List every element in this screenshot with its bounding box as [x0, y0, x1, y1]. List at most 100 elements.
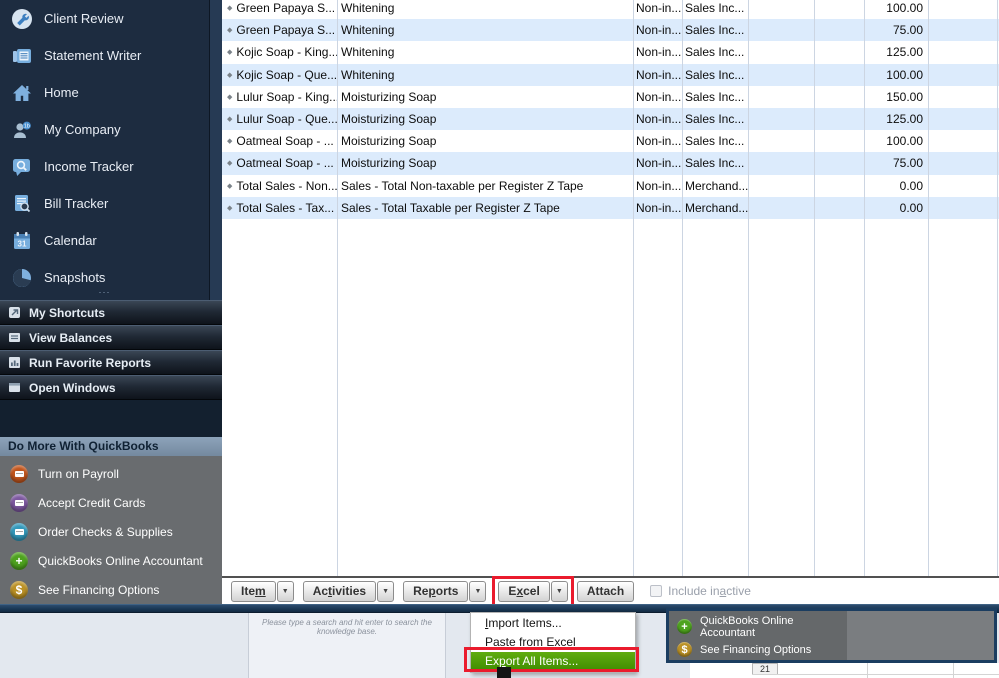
sidebar-bar-my-shortcuts[interactable]: My Shortcuts: [0, 300, 222, 325]
excel-annotation-box: Excel ▼: [492, 575, 574, 604]
diamond-icon: ◆: [227, 204, 233, 212]
promo-item-see-financing[interactable]: $ See Financing Options: [669, 638, 847, 661]
cell-name: ◆ Lulur Soap - Que...: [227, 112, 337, 127]
promo-item-qb-online-accountant[interactable]: + QuickBooks Online Accountant: [669, 615, 847, 639]
payroll-icon: [10, 464, 28, 483]
excel-dropdown-arrow[interactable]: ▼: [550, 580, 568, 602]
knowledge-base-search[interactable]: Please type a search and hit enter to se…: [248, 613, 446, 678]
cell-type: Non-in...: [636, 134, 682, 149]
menu-item-paste-from-excel[interactable]: Paste from Excel: [471, 633, 635, 652]
table-row[interactable]: ◆ Green Papaya S... Whitening Non-in... S…: [222, 0, 999, 19]
excel-dropdown-menu: Import Items... Paste from Excel Export …: [470, 612, 636, 673]
menu-item-import-items[interactable]: Import Items...: [471, 614, 635, 633]
sidebar-item-bill-tracker[interactable]: Bill Tracker: [0, 185, 222, 222]
cell-price: 100.00: [886, 1, 923, 16]
sidebar-item-client-review[interactable]: Client Review: [0, 0, 222, 37]
sidebar-item-my-company[interactable]: 1b My Company: [0, 111, 222, 148]
sidebar-item-income-tracker[interactable]: Income Tracker: [0, 148, 222, 185]
cell-name: ◆ Kojic Soap - King...: [227, 45, 337, 60]
excel-button-group: Excel ▼: [498, 580, 568, 602]
sidebar-nav-area: Client Review Statement Writer Home 1b M…: [0, 0, 222, 300]
sidebar-scroll-strip[interactable]: [209, 0, 222, 300]
cell-price: 0.00: [899, 178, 923, 193]
sidebar-splitter-handle[interactable]: ···: [0, 288, 209, 300]
sidebar-item-home[interactable]: Home: [0, 74, 222, 111]
sidebar-bar-open-windows[interactable]: Open Windows: [0, 375, 222, 400]
diamond-icon: ◆: [227, 5, 233, 13]
do-more-item-qb-online-accountant[interactable]: + QuickBooks Online Accountant: [0, 546, 222, 575]
plus-icon: +: [10, 551, 28, 570]
item-button-group: Item ▼: [231, 580, 294, 602]
diamond-icon: ◆: [227, 116, 233, 124]
do-more-item-turn-on-payroll[interactable]: Turn on Payroll: [0, 459, 222, 488]
income-tracker-icon: [13, 158, 30, 176]
column-divider: [748, 0, 749, 576]
cell-price: 100.00: [886, 67, 923, 82]
table-row[interactable]: ◆ Oatmeal Soap - ... Moisturizing Soap No…: [222, 130, 999, 152]
column-divider: [633, 0, 634, 576]
table-row[interactable]: ◆ Total Sales - Non... Sales - Total Non-…: [222, 175, 999, 197]
sidebar-section-bars: My Shortcuts View Balances Run Favorite …: [0, 300, 222, 400]
table-row[interactable]: ◆ Kojic Soap - King... Whitening Non-in..…: [222, 41, 999, 63]
item-dropdown-arrow[interactable]: ▼: [276, 580, 294, 602]
cell-type: Non-in...: [636, 23, 682, 38]
sidebar-bar-label: Open Windows: [29, 380, 116, 395]
cell-type: Non-in...: [636, 89, 682, 104]
table-row[interactable]: ◆ Oatmeal Soap - ... Moisturizing Soap No…: [222, 152, 999, 175]
item-button[interactable]: Item: [231, 580, 276, 602]
column-divider: [337, 0, 338, 576]
open-windows-icon: [9, 383, 20, 392]
bottom-strip: Please type a search and hit enter to se…: [0, 608, 999, 678]
checks-supplies-icon: [10, 522, 28, 541]
cell-account: Sales Inc...: [685, 23, 745, 38]
dollar-icon: $: [677, 642, 692, 657]
diamond-icon: ◆: [227, 49, 233, 57]
cell-account: Sales Inc...: [685, 112, 745, 127]
do-more-item-order-checks-supplies[interactable]: Order Checks & Supplies: [0, 517, 222, 546]
table-row[interactable]: ◆ Total Sales - Tax... Sales - Total Taxa…: [222, 196, 999, 219]
cell-name: ◆ Kojic Soap - Que...: [227, 67, 337, 82]
sidebar-item-label: Client Review: [44, 11, 124, 26]
table-row[interactable]: ◆ Lulur Soap - Que... Moisturizing Soap N…: [222, 107, 999, 131]
do-more-item-accept-credit-cards[interactable]: Accept Credit Cards: [0, 488, 222, 517]
include-inactive-label: Include inactive: [668, 584, 751, 598]
promo-panel-right: [847, 611, 994, 660]
plus-icon: +: [677, 619, 692, 634]
reports-dropdown-arrow[interactable]: ▼: [469, 580, 487, 602]
sidebar-item-statement-writer[interactable]: Statement Writer: [0, 37, 222, 74]
cell-type: Non-in...: [636, 156, 682, 171]
background-artifact: [497, 667, 511, 678]
column-divider: [864, 0, 865, 576]
client-review-icon: [12, 8, 32, 29]
cell-price: 75.00: [892, 23, 923, 38]
promo-panel-items: + QuickBooks Online Accountant $ See Fin…: [669, 611, 847, 660]
reports-button[interactable]: Reports: [403, 580, 469, 602]
sidebar-item-calendar[interactable]: 31 Calendar: [0, 222, 222, 259]
chevron-down-icon: ▼: [555, 587, 563, 595]
excel-button[interactable]: Excel: [498, 580, 550, 602]
sidebar-gap: [0, 400, 222, 437]
table-row[interactable]: ◆ Green Papaya S... Whitening Non-in... S…: [222, 19, 999, 42]
cell-type: Non-in...: [636, 67, 682, 82]
sidebar-bar-view-balances[interactable]: View Balances: [0, 325, 222, 350]
activities-dropdown-arrow[interactable]: ▼: [377, 580, 395, 602]
chevron-down-icon: ▼: [474, 587, 482, 595]
cell-price: 100.00: [886, 134, 923, 149]
sidebar-item-label: Income Tracker: [44, 159, 134, 174]
sidebar-bar-run-favorite-reports[interactable]: Run Favorite Reports: [0, 350, 222, 375]
cell-name: ◆ Total Sales - Non...: [227, 178, 337, 193]
cell-description: Sales - Total Non-taxable per Register Z…: [341, 178, 584, 193]
column-divider: [682, 0, 683, 576]
table-row[interactable]: ◆ Kojic Soap - Que... Whitening Non-in...…: [222, 63, 999, 86]
attach-button[interactable]: Attach: [576, 580, 635, 602]
activities-button[interactable]: Activities: [302, 580, 377, 602]
do-more-item-label: See Financing Options: [38, 582, 160, 597]
cell-price: 75.00: [892, 156, 923, 171]
statement-writer-icon: [13, 48, 31, 63]
cell-account: Sales Inc...: [685, 89, 745, 104]
include-inactive-checkbox[interactable]: [650, 585, 663, 597]
do-more-item-see-financing[interactable]: $ See Financing Options: [0, 575, 222, 604]
menu-item-export-all-items[interactable]: Export All Items...: [471, 652, 635, 671]
do-more-item-label: Turn on Payroll: [38, 466, 119, 481]
table-row[interactable]: ◆ Lulur Soap - King... Moisturizing Soap …: [222, 86, 999, 108]
